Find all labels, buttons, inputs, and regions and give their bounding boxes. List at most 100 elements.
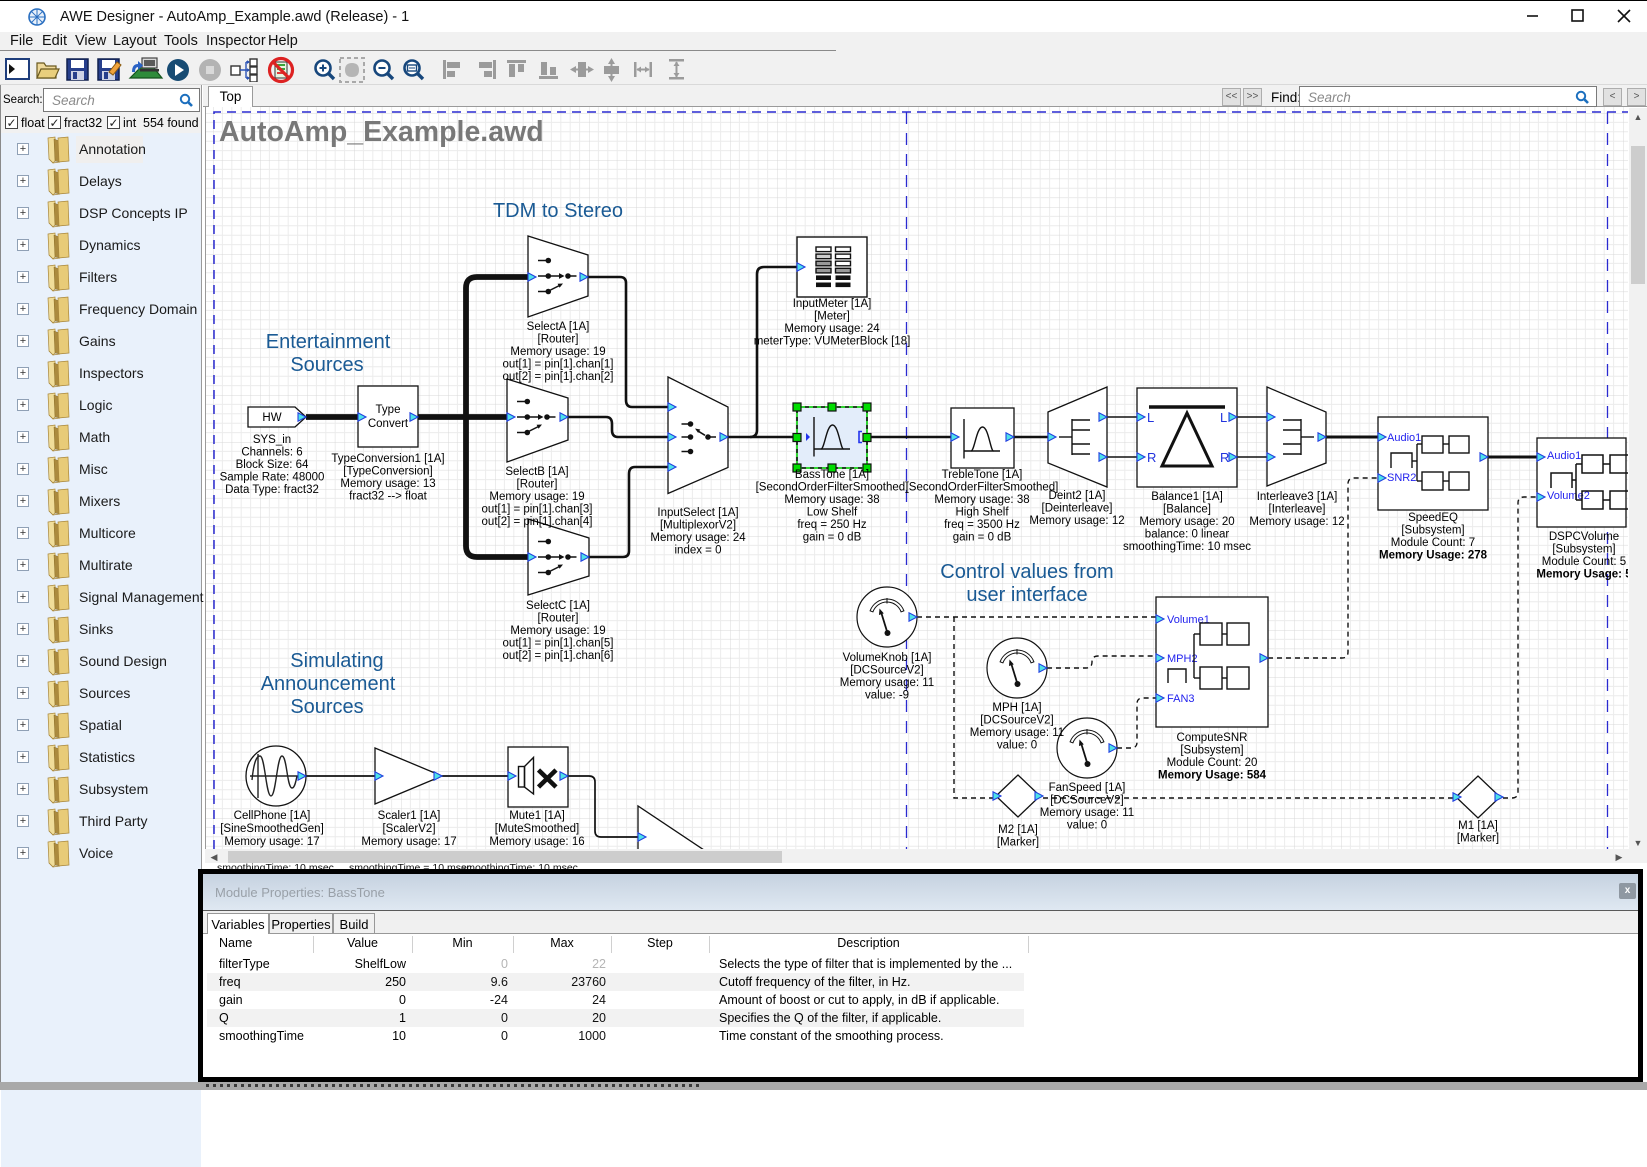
svg-text:out[1] = pin[1].chan[3]: out[1] = pin[1].chan[3] [482,504,593,516]
svg-text:Memory usage: 19: Memory usage: 19 [510,625,605,637]
svg-text:[Deinterleave]: [Deinterleave] [1042,503,1113,515]
svg-text:freq = 250 Hz: freq = 250 Hz [797,519,867,531]
svg-text:Memory usage: 17: Memory usage: 17 [224,836,319,848]
svg-text:HW: HW [262,412,281,424]
svg-text:freq = 3500 Hz: freq = 3500 Hz [944,519,1020,531]
svg-text:R: R [1220,450,1229,465]
svg-text:Memory usage: 11: Memory usage: 11 [840,677,934,689]
svg-text:index = 0: index = 0 [675,545,722,557]
svg-text:Memory usage: 12: Memory usage: 12 [1029,515,1124,527]
svg-text:Module Count: 5: Module Count: 5 [1542,556,1626,568]
svg-text:[Subsystem]: [Subsystem] [1180,745,1243,757]
svg-text:smoothingTime: 10 msec: smoothingTime: 10 msec [1123,541,1251,553]
svg-text:SYS_in: SYS_in [253,434,291,446]
svg-text:Control values from: Control values from [940,561,1113,583]
svg-text:user interface: user interface [966,584,1087,606]
svg-text:Block Size: 64: Block Size: 64 [236,459,309,471]
svg-text:InputMeter [1A]: InputMeter [1A] [793,298,872,310]
svg-text:Memory Usage: 584: Memory Usage: 584 [1158,770,1267,782]
svg-text:Memory usage: 19: Memory usage: 19 [489,491,584,503]
svg-text:Memory usage: 12: Memory usage: 12 [1249,516,1344,528]
svg-text:[DCSourceV2]: [DCSourceV2] [850,665,924,677]
svg-text:M1 [1A]: M1 [1A] [1458,820,1498,832]
svg-text:L: L [1220,410,1227,425]
svg-text:Deint2 [1A]: Deint2 [1A] [1049,490,1106,502]
svg-text:SelectB [1A]: SelectB [1A] [505,466,568,478]
svg-text:Volume1: Volume1 [1167,614,1210,626]
svg-text:Memory usage: 11: Memory usage: 11 [1040,807,1134,819]
svg-text:Interleave3 [1A]: Interleave3 [1A] [1257,491,1338,503]
svg-text:[Balance]: [Balance] [1163,504,1211,516]
svg-text:Audio1: Audio1 [1387,432,1421,444]
svg-text:value: 0: value: 0 [997,740,1037,752]
svg-text:Announcement: Announcement [261,673,396,695]
svg-text:[Router]: [Router] [538,334,579,346]
svg-text:[SecondOrderFilterSmoothed]: [SecondOrderFilterSmoothed] [906,482,1059,494]
svg-text:[Marker]: [Marker] [1457,833,1499,845]
svg-text:Module Count: 7: Module Count: 7 [1391,537,1475,549]
svg-text:Memory usage: 13: Memory usage: 13 [340,478,435,490]
svg-text:Sample Rate: 48000: Sample Rate: 48000 [220,472,325,484]
svg-text:value: -9: value: -9 [865,690,909,702]
svg-text:SelectC [1A]: SelectC [1A] [526,600,590,612]
svg-text:balance: 0 linear: balance: 0 linear [1145,529,1230,541]
svg-text:Memory Usage: 5: Memory Usage: 5 [1536,569,1628,581]
svg-text:[TypeConversion]: [TypeConversion] [343,466,433,478]
svg-text:Memory usage: 19: Memory usage: 19 [510,346,605,358]
svg-text:Memory usage: 38: Memory usage: 38 [934,494,1029,506]
svg-text:BassTone [1A]: BassTone [1A] [795,469,869,481]
svg-text:L: L [1147,410,1154,425]
svg-text:MPH2: MPH2 [1167,653,1198,665]
svg-text:Scaler1 [1A]: Scaler1 [1A] [378,810,441,822]
svg-text:VolumeKnob [1A]: VolumeKnob [1A] [843,652,932,664]
svg-text:[MultiplexorV2]: [MultiplexorV2] [660,520,736,532]
svg-text:Memory usage: 16: Memory usage: 16 [489,836,584,848]
svg-text:Memory usage: 17: Memory usage: 17 [361,836,456,848]
svg-text:[MuteSmoothed]: [MuteSmoothed] [495,823,579,835]
svg-text:Channels: 6: Channels: 6 [241,447,302,459]
svg-text:[SineSmoothedGen]: [SineSmoothedGen] [220,823,324,835]
svg-text:SelectA [1A]: SelectA [1A] [527,321,590,333]
svg-text:Entertainment: Entertainment [266,331,391,353]
svg-text:gain = 0 dB: gain = 0 dB [953,532,1012,544]
svg-text:DSPCVolume: DSPCVolume [1549,531,1619,543]
svg-text:[DCSourceV2]: [DCSourceV2] [1050,795,1124,807]
svg-text:TypeConversion1 [1A]: TypeConversion1 [1A] [331,453,444,465]
svg-text:fract32 --> float: fract32 --> float [349,491,427,503]
svg-text:[Router]: [Router] [517,479,558,491]
svg-text:Volume2: Volume2 [1547,490,1590,502]
svg-text:Memory usage: 24: Memory usage: 24 [784,323,880,335]
svg-text:[Marker]: [Marker] [997,837,1039,849]
svg-text:Sources: Sources [290,354,363,376]
svg-text:R: R [1147,450,1156,465]
svg-text:out[2] = pin[1].chan[2]: out[2] = pin[1].chan[2] [503,371,614,383]
svg-text:InputSelect [1A]: InputSelect [1A] [657,507,738,519]
svg-text:SpeedEQ: SpeedEQ [1408,512,1458,524]
svg-text:MPH [1A]: MPH [1A] [992,702,1041,714]
svg-text:Memory usage: 38: Memory usage: 38 [784,494,879,506]
svg-text:Simulating: Simulating [290,650,383,672]
svg-text:out[1] = pin[1].chan[1]: out[1] = pin[1].chan[1] [503,359,614,371]
svg-text:Sources: Sources [290,696,363,718]
svg-text:[SecondOrderFilterSmoothed]: [SecondOrderFilterSmoothed] [756,482,909,494]
svg-text:[Subsystem]: [Subsystem] [1552,544,1615,556]
svg-text:Module Count: 20: Module Count: 20 [1167,757,1258,769]
svg-text:High Shelf: High Shelf [955,507,1009,519]
svg-text:Type: Type [376,404,401,416]
svg-text:gain = 0 dB: gain = 0 dB [803,532,862,544]
svg-text:Memory usage: 20: Memory usage: 20 [1139,516,1234,528]
svg-text:[Meter]: [Meter] [814,311,850,323]
svg-text:Audio1: Audio1 [1547,450,1581,462]
svg-text:out[2] = pin[1].chan[6]: out[2] = pin[1].chan[6] [503,650,614,662]
svg-text:[Router]: [Router] [538,613,579,625]
svg-text:meterType: VUMeterBlock [18]: meterType: VUMeterBlock [18] [754,336,911,348]
svg-text:ComputeSNR: ComputeSNR [1177,732,1248,744]
svg-text:CellPhone [1A]: CellPhone [1A] [234,810,311,822]
svg-text:Memory Usage: 278: Memory Usage: 278 [1379,550,1488,562]
svg-text:FanSpeed [1A]: FanSpeed [1A] [1049,782,1126,794]
svg-text:[Subsystem]: [Subsystem] [1401,525,1464,537]
svg-text:AutoAmp_Example.awd: AutoAmp_Example.awd [219,116,544,148]
svg-text:FAN3: FAN3 [1167,693,1195,705]
svg-text:Data Type: fract32: Data Type: fract32 [225,484,319,496]
svg-text:TDM to Stereo: TDM to Stereo [493,200,623,222]
